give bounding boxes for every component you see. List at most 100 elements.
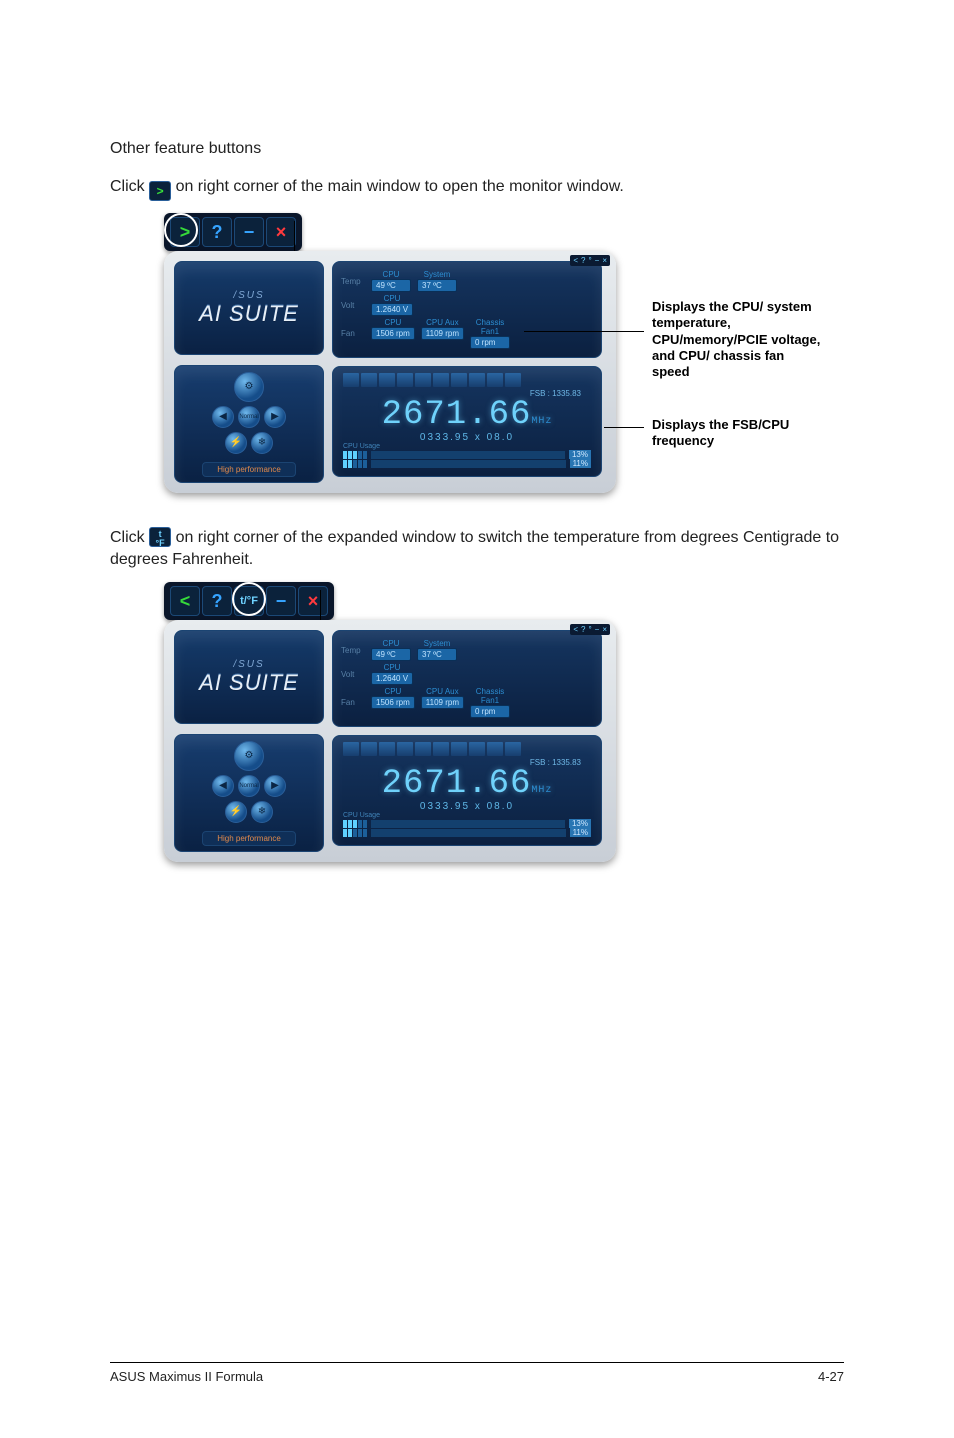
- cpu-fan-label: CPU: [373, 318, 413, 327]
- brand-panel: /SUS AI SUITE: [174, 261, 324, 355]
- mode-setting-icon[interactable]: ⚡: [225, 432, 247, 454]
- sys-temp-label: System: [417, 270, 457, 279]
- mode-top-icon[interactable]: ⚙: [234, 372, 264, 402]
- mini-back-icon[interactable]: <: [572, 256, 579, 265]
- cpu-usage-2: 11%: [570, 828, 591, 837]
- frequency-panel: FSB : 1335.83 2671.66MHz 0333.95 x 08.0 …: [332, 366, 602, 477]
- cpu-usage-row-1: 13%: [343, 450, 591, 459]
- sys-temp-label: System: [417, 639, 457, 648]
- chassis-fan-label: Chassis Fan1: [470, 687, 510, 705]
- mode-right-icon[interactable]: ▶: [264, 406, 286, 428]
- intro2-a: Click: [110, 529, 149, 546]
- mode-fan-icon[interactable]: ❄: [251, 801, 273, 823]
- intro2-b: on right corner of the expanded window t…: [110, 529, 839, 568]
- ai-suite-window: < ? ° − × /SUS AI SUITE ⚙ ◀ Normal ▶: [164, 251, 616, 493]
- cpu-usage-1: 13%: [569, 450, 591, 459]
- section-heading: Other feature buttons: [110, 140, 844, 158]
- aux-fan-label: CPU Aux: [422, 687, 462, 696]
- performance-button[interactable]: High performance: [202, 831, 296, 846]
- mini-help-icon[interactable]: ?: [580, 625, 586, 634]
- mode-top-icon[interactable]: ⚙: [234, 741, 264, 771]
- brand-text: /SUS: [233, 659, 264, 670]
- intro1-b: on right corner of the main window to op…: [176, 178, 624, 195]
- expand-icon: >: [149, 181, 171, 201]
- page-footer: ASUS Maximus II Formula 4-27: [110, 1362, 844, 1384]
- chassis-fan-label: Chassis Fan1: [470, 318, 510, 336]
- lead-line-2: [604, 427, 644, 428]
- close-button[interactable]: ×: [266, 217, 296, 247]
- lead-line-1: [524, 331, 644, 332]
- cpu-freq-value: 2671.66MHz: [343, 767, 591, 801]
- segment-blocks: [343, 742, 591, 756]
- temp-toggle-icon: t°F: [149, 527, 171, 547]
- mode-panel: ⚙ ◀ Normal ▶ ⚡ ❄ High performance: [174, 734, 324, 852]
- mini-temp-icon[interactable]: °: [587, 625, 592, 634]
- performance-button[interactable]: High performance: [202, 462, 296, 477]
- cpu-volt-value: 1.2640 V: [371, 672, 413, 685]
- window-controls-mini: < ? ° − ×: [570, 624, 610, 635]
- minimize-button[interactable]: −: [266, 586, 296, 616]
- multiplier-line: 0333.95 x 08.0: [343, 801, 591, 812]
- mini-close-icon[interactable]: ×: [601, 256, 608, 265]
- brand-text: /SUS: [233, 290, 264, 301]
- help-button[interactable]: ?: [202, 217, 232, 247]
- intro-paragraph-2: Click t°F on right corner of the expande…: [110, 527, 844, 570]
- mode-left-icon[interactable]: ◀: [212, 406, 234, 428]
- intro1-a: Click: [110, 178, 149, 195]
- footer-left: ASUS Maximus II Formula: [110, 1369, 263, 1384]
- cpu-temp-value: 49 ºC: [371, 279, 411, 292]
- row-label: Fan: [341, 329, 365, 338]
- close-button[interactable]: ×: [298, 586, 328, 616]
- mini-back-icon[interactable]: <: [572, 625, 579, 634]
- segment-blocks: [343, 373, 591, 387]
- minimize-button[interactable]: −: [234, 217, 264, 247]
- mini-close-icon[interactable]: ×: [601, 625, 608, 634]
- cpu-fan-label: CPU: [373, 687, 413, 696]
- product-text: AI SUITE: [199, 301, 299, 327]
- cpu-fan-value: 1506 rpm: [371, 327, 415, 340]
- zoom-toolbar-2: < ? t/°F − ×: [164, 582, 334, 620]
- product-text: AI SUITE: [199, 670, 299, 696]
- multiplier-line: 0333.95 x 08.0: [343, 432, 591, 443]
- cpu-usage-row-1: 13%: [343, 819, 591, 828]
- mode-label-icon: Normal: [238, 406, 260, 428]
- zoom-toolbar-1: > ? − ×: [164, 213, 302, 251]
- sensor-panel: Temp CPU 49 ºC System 37 ºC: [332, 630, 602, 727]
- cpu-volt-value: 1.2640 V: [371, 303, 413, 316]
- window-controls-mini: < ? ° − ×: [570, 255, 610, 266]
- mini-help-icon[interactable]: ?: [580, 256, 586, 265]
- collapse-button[interactable]: <: [170, 586, 200, 616]
- cpu-usage-label: CPU Usage: [343, 443, 591, 450]
- frequency-panel: FSB : 1335.83 2671.66MHz 0333.95 x 08.0 …: [332, 735, 602, 846]
- callout-frequency: Displays the FSB/CPU frequency: [652, 417, 832, 450]
- mode-panel: ⚙ ◀ Normal ▶ ⚡ ❄ High performance: [174, 365, 324, 483]
- screenshot-2: < ? t/°F − × < ? ° − × /SUS AI SUITE ⚙: [164, 582, 884, 862]
- mode-left-icon[interactable]: ◀: [212, 775, 234, 797]
- chassis-fan-value: 0 rpm: [470, 336, 510, 349]
- cpu-fan-value: 1506 rpm: [371, 696, 415, 709]
- sys-temp-value: 37 ºC: [417, 279, 457, 292]
- cpu-volt-label: CPU: [372, 294, 412, 303]
- sensor-panel: Temp CPU 49 ºC System 37 ºC: [332, 261, 602, 358]
- cpu-usage-row-2: 11%: [343, 828, 591, 837]
- cpu-temp-value: 49 ºC: [371, 648, 411, 661]
- mode-label-icon: Normal: [238, 775, 260, 797]
- cpu-freq-value: 2671.66MHz: [343, 398, 591, 432]
- mini-min-icon[interactable]: −: [594, 625, 601, 634]
- expand-button[interactable]: >: [170, 217, 200, 247]
- aux-fan-value: 1109 rpm: [421, 327, 464, 340]
- temp-unit-button[interactable]: t/°F: [234, 586, 264, 616]
- mini-min-icon[interactable]: −: [594, 256, 601, 265]
- row-label: Temp: [341, 646, 365, 655]
- ai-suite-window-2: < ? ° − × /SUS AI SUITE ⚙ ◀ Normal ▶: [164, 620, 616, 862]
- cpu-usage-row-2: 11%: [343, 459, 591, 468]
- cpu-usage-2: 11%: [570, 459, 591, 468]
- help-button[interactable]: ?: [202, 586, 232, 616]
- mode-setting-icon[interactable]: ⚡: [225, 801, 247, 823]
- cpu-usage-1: 13%: [569, 819, 591, 828]
- callout-sensor: Displays the CPU/ system temperature, CP…: [652, 299, 822, 380]
- mode-fan-icon[interactable]: ❄: [251, 432, 273, 454]
- mode-right-icon[interactable]: ▶: [264, 775, 286, 797]
- mini-temp-icon[interactable]: °: [587, 256, 592, 265]
- screenshot-1: > ? − × < ? ° − × /SUS AI SUITE ⚙: [164, 213, 884, 493]
